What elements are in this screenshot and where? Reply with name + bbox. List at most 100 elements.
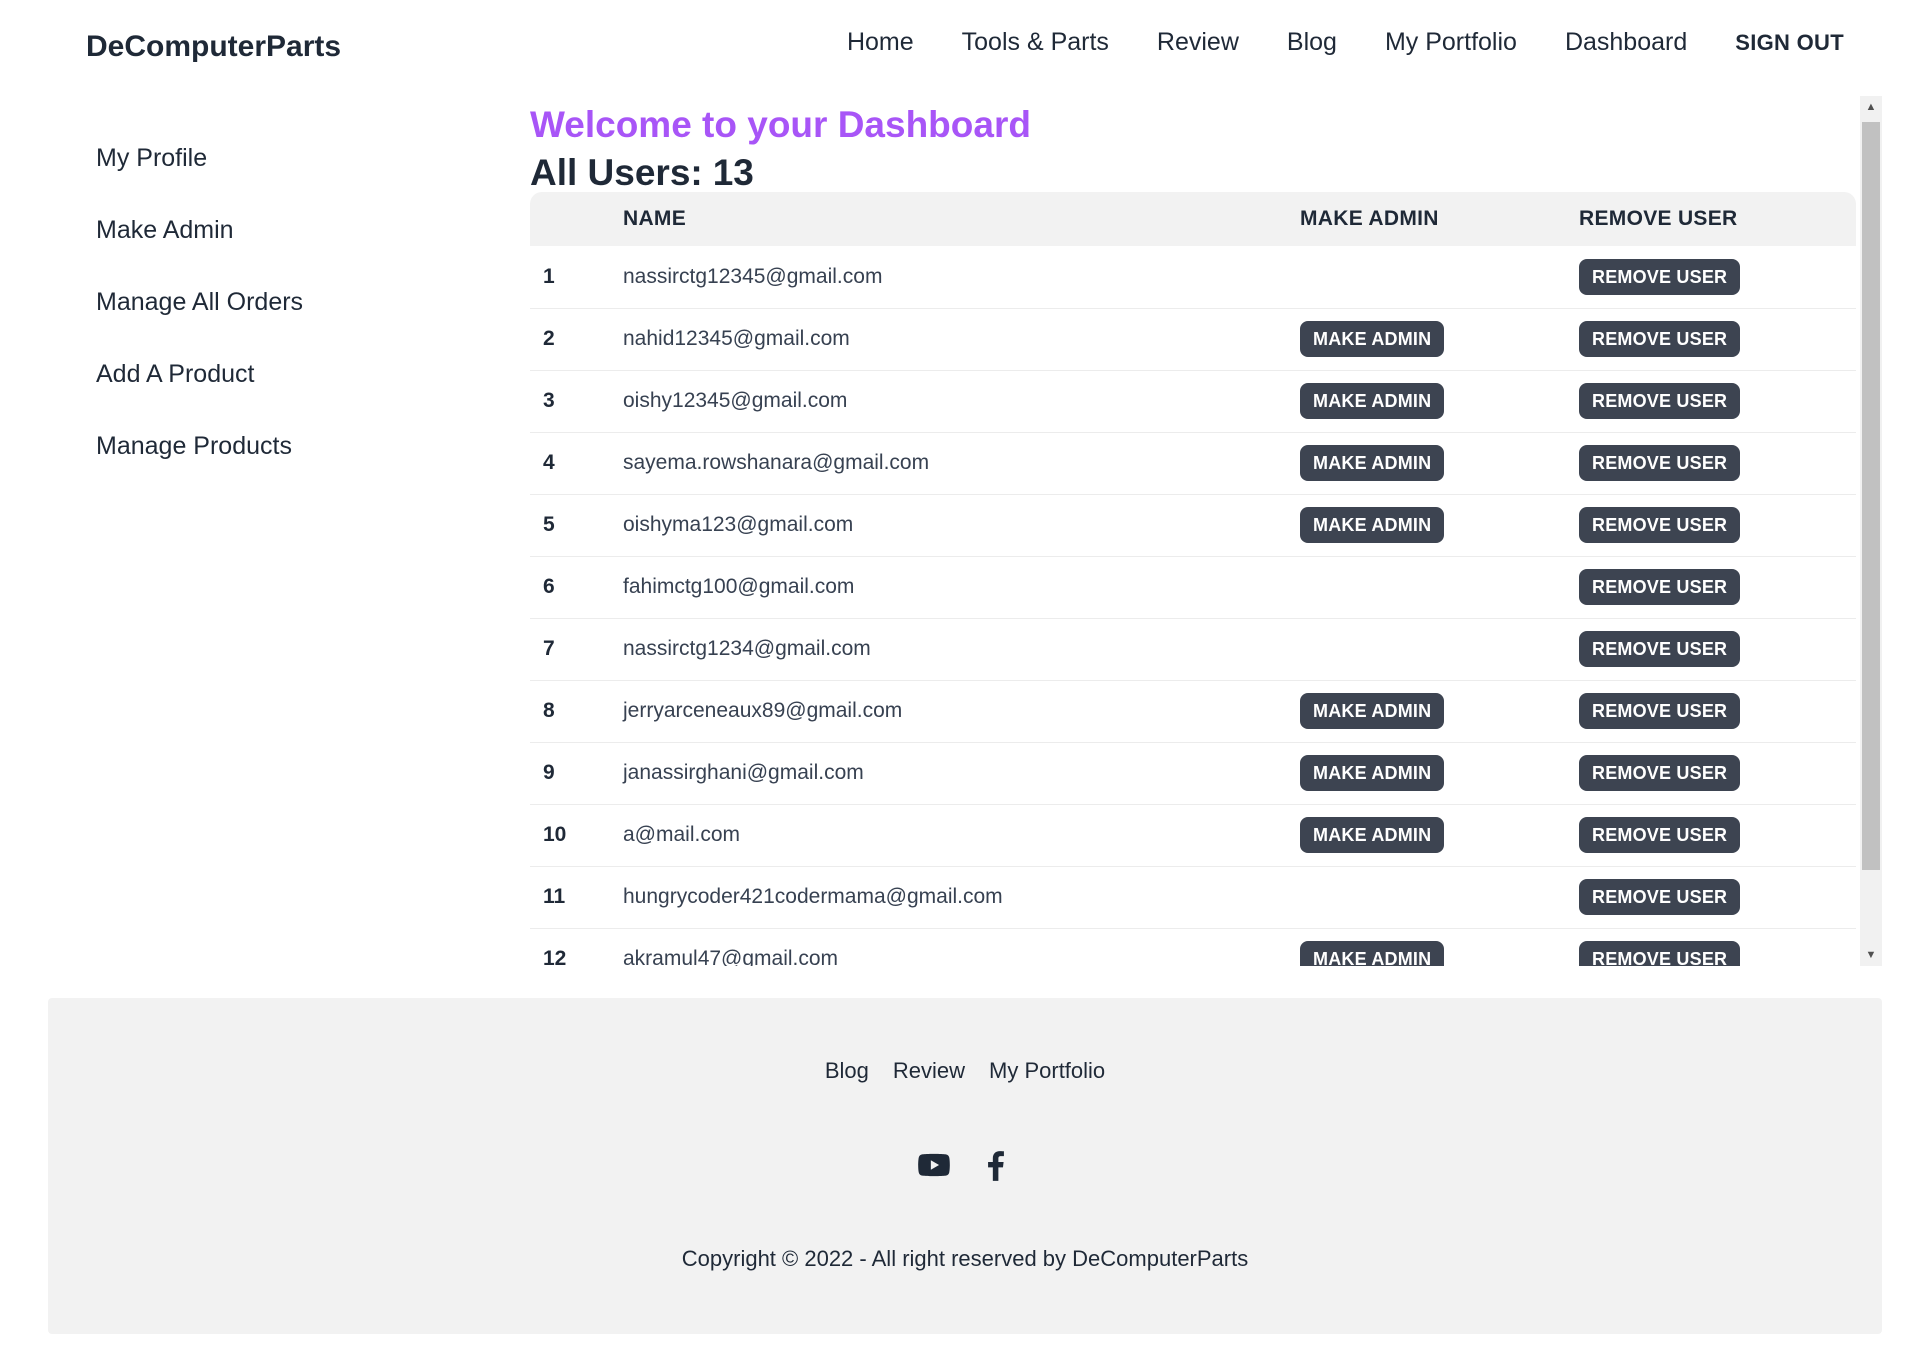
remove-user-cell: REMOVE USER — [1579, 494, 1856, 557]
remove-user-button[interactable]: REMOVE USER — [1579, 321, 1741, 357]
make-admin-cell — [1300, 866, 1579, 929]
make-admin-cell: MAKE ADMIN — [1300, 432, 1579, 495]
make-admin-cell: MAKE ADMIN — [1300, 804, 1579, 867]
remove-user-button[interactable]: REMOVE USER — [1579, 569, 1741, 605]
remove-user-button[interactable]: REMOVE USER — [1579, 755, 1741, 791]
table-row: 10 a@mail.com MAKE ADMIN REMOVE USER — [530, 804, 1856, 867]
remove-user-cell: REMOVE USER — [1579, 246, 1856, 309]
brand-logo[interactable]: DeComputerParts — [86, 30, 341, 64]
remove-user-cell: REMOVE USER — [1579, 556, 1856, 619]
row-index: 6 — [530, 556, 623, 619]
user-email: oishy12345@gmail.com — [623, 370, 1300, 433]
user-email: fahimctg100@gmail.com — [623, 556, 1300, 619]
user-email: oishyma123@gmail.com — [623, 494, 1300, 557]
make-admin-cell — [1300, 246, 1579, 309]
remove-user-button[interactable]: REMOVE USER — [1579, 445, 1741, 481]
header-remove-user: REMOVE USER — [1579, 207, 1738, 230]
sidebar-item-manage-all-orders[interactable]: Manage All Orders — [96, 284, 436, 356]
remove-user-cell: REMOVE USER — [1579, 680, 1856, 743]
table-row: 7 nassirctg1234@gmail.com REMOVE USER — [530, 618, 1856, 681]
facebook-icon[interactable] — [977, 1146, 1015, 1184]
nav-link-portfolio[interactable]: My Portfolio — [1385, 28, 1517, 57]
user-email: nahid12345@gmail.com — [623, 308, 1300, 371]
table-row: 6 fahimctg100@gmail.com REMOVE USER — [530, 556, 1856, 619]
row-index: 11 — [530, 866, 623, 929]
footer-links: Blog Review My Portfolio — [48, 1058, 1882, 1084]
remove-user-button[interactable]: REMOVE USER — [1579, 879, 1741, 915]
scroll-down-arrow-icon[interactable]: ▼ — [1860, 944, 1882, 966]
row-index: 3 — [530, 370, 623, 433]
make-admin-button[interactable]: MAKE ADMIN — [1300, 383, 1445, 419]
vertical-scrollbar[interactable]: ▲ ▼ — [1860, 96, 1882, 966]
youtube-icon[interactable] — [915, 1146, 953, 1184]
sign-out-button[interactable]: SIGN OUT — [1735, 30, 1844, 56]
nav-link-home[interactable]: Home — [847, 28, 914, 57]
make-admin-button[interactable]: MAKE ADMIN — [1300, 755, 1445, 791]
scroll-up-arrow-icon[interactable]: ▲ — [1860, 96, 1882, 118]
remove-user-cell: REMOVE USER — [1579, 618, 1856, 681]
remove-user-button[interactable]: REMOVE USER — [1579, 507, 1741, 543]
table-row: 4 sayema.rowshanara@gmail.com MAKE ADMIN RE… — [530, 432, 1856, 495]
make-admin-cell: MAKE ADMIN — [1300, 494, 1579, 557]
sidebar-item-manage-products[interactable]: Manage Products — [96, 428, 436, 500]
table-row: 5 oishyma123@gmail.com MAKE ADMIN REMOVE US… — [530, 494, 1856, 557]
row-index: 7 — [530, 618, 623, 681]
top-navbar: DeComputerParts Home Tools & Parts Revie… — [0, 0, 1920, 100]
footer-link-portfolio[interactable]: My Portfolio — [989, 1058, 1105, 1084]
remove-user-cell: REMOVE USER — [1579, 308, 1856, 371]
header-make-admin: MAKE ADMIN — [1300, 207, 1439, 230]
users-table-body: 1 nassirctg12345@gmail.com REMOVE USER 2 nah… — [530, 246, 1856, 966]
nav-link-review[interactable]: Review — [1157, 28, 1239, 57]
remove-user-button[interactable]: REMOVE USER — [1579, 817, 1741, 853]
make-admin-button[interactable]: MAKE ADMIN — [1300, 693, 1445, 729]
make-admin-cell — [1300, 618, 1579, 681]
page-title: Welcome to your Dashboard — [530, 104, 1031, 145]
users-table: NAME MAKE ADMIN REMOVE USER 1 nassirctg12… — [530, 192, 1856, 966]
user-email: hungrycoder421codermama@gmail.com — [623, 866, 1300, 929]
user-email: akramul47@gmail.com — [623, 928, 1300, 966]
row-index: 5 — [530, 494, 623, 557]
row-index: 1 — [530, 246, 623, 309]
make-admin-button[interactable]: MAKE ADMIN — [1300, 507, 1445, 543]
nav-link-tools-parts[interactable]: Tools & Parts — [962, 28, 1109, 57]
site-footer: Blog Review My Portfolio Copyright © 202… — [48, 998, 1882, 1334]
make-admin-button[interactable]: MAKE ADMIN — [1300, 941, 1445, 966]
sidebar-item-make-admin[interactable]: Make Admin — [96, 212, 436, 284]
table-row: 8 jerryarceneaux89@gmail.com MAKE ADMIN REM… — [530, 680, 1856, 743]
sidebar-item-add-product[interactable]: Add A Product — [96, 356, 436, 428]
remove-user-button[interactable]: REMOVE USER — [1579, 941, 1741, 966]
make-admin-button[interactable]: MAKE ADMIN — [1300, 445, 1445, 481]
remove-user-button[interactable]: REMOVE USER — [1579, 631, 1741, 667]
remove-user-cell: REMOVE USER — [1579, 370, 1856, 433]
remove-user-button[interactable]: REMOVE USER — [1579, 383, 1741, 419]
row-index: 12 — [530, 928, 623, 966]
header-name: NAME — [623, 207, 687, 230]
dashboard-main[interactable]: Welcome to your Dashboard All Users: 13 … — [530, 96, 1880, 966]
users-count-label: All Users: — [530, 152, 703, 193]
nav-link-blog[interactable]: Blog — [1287, 28, 1337, 57]
user-email: nassirctg12345@gmail.com — [623, 246, 1300, 309]
make-admin-cell: MAKE ADMIN — [1300, 308, 1579, 371]
make-admin-button[interactable]: MAKE ADMIN — [1300, 817, 1445, 853]
remove-user-cell: REMOVE USER — [1579, 928, 1856, 966]
table-row: 2 nahid12345@gmail.com MAKE ADMIN REMOVE US… — [530, 308, 1856, 371]
table-row: 1 nassirctg12345@gmail.com REMOVE USER — [530, 246, 1856, 309]
make-admin-button[interactable]: MAKE ADMIN — [1300, 321, 1445, 357]
footer-link-review[interactable]: Review — [893, 1058, 965, 1084]
user-email: sayema.rowshanara@gmail.com — [623, 432, 1300, 495]
remove-user-button[interactable]: REMOVE USER — [1579, 258, 1741, 295]
row-index: 8 — [530, 680, 623, 743]
remove-user-cell: REMOVE USER — [1579, 804, 1856, 867]
row-index: 10 — [530, 804, 623, 867]
scrollbar-thumb[interactable] — [1862, 122, 1880, 870]
make-admin-cell: MAKE ADMIN — [1300, 370, 1579, 433]
sidebar-item-my-profile[interactable]: My Profile — [96, 140, 436, 212]
nav-links: Home Tools & Parts Review Blog My Portfo… — [847, 28, 1920, 57]
copyright-text: Copyright © 2022 - All right reserved by… — [681, 1246, 1249, 1271]
remove-user-button[interactable]: REMOVE USER — [1579, 693, 1741, 729]
row-index: 4 — [530, 432, 623, 495]
user-email: janassirghani@gmail.com — [623, 742, 1300, 805]
nav-link-dashboard[interactable]: Dashboard — [1565, 28, 1687, 57]
footer-link-blog[interactable]: Blog — [825, 1058, 869, 1084]
remove-user-cell: REMOVE USER — [1579, 742, 1856, 805]
